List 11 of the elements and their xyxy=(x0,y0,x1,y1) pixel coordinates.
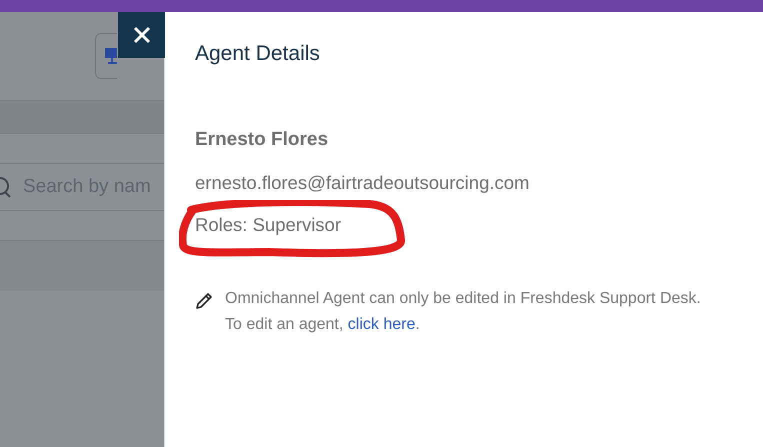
close-button[interactable] xyxy=(118,12,165,58)
search-icon xyxy=(0,176,11,198)
click-here-link[interactable]: click here xyxy=(348,316,416,333)
monitor-icon xyxy=(105,48,117,64)
panel-title: Agent Details xyxy=(195,42,321,66)
close-icon xyxy=(132,26,150,44)
agent-roles: Roles: Supervisor xyxy=(195,214,342,235)
edit-note: Omnichannel Agent can only be edited in Freshdesk Support Desk. To edit an agent, click here. xyxy=(225,289,702,335)
pencil-icon xyxy=(195,292,213,310)
agent-email: ernesto.flores@fairtradeoutsourcing.com xyxy=(195,172,530,194)
agent-name: Ernesto Flores xyxy=(195,129,330,151)
